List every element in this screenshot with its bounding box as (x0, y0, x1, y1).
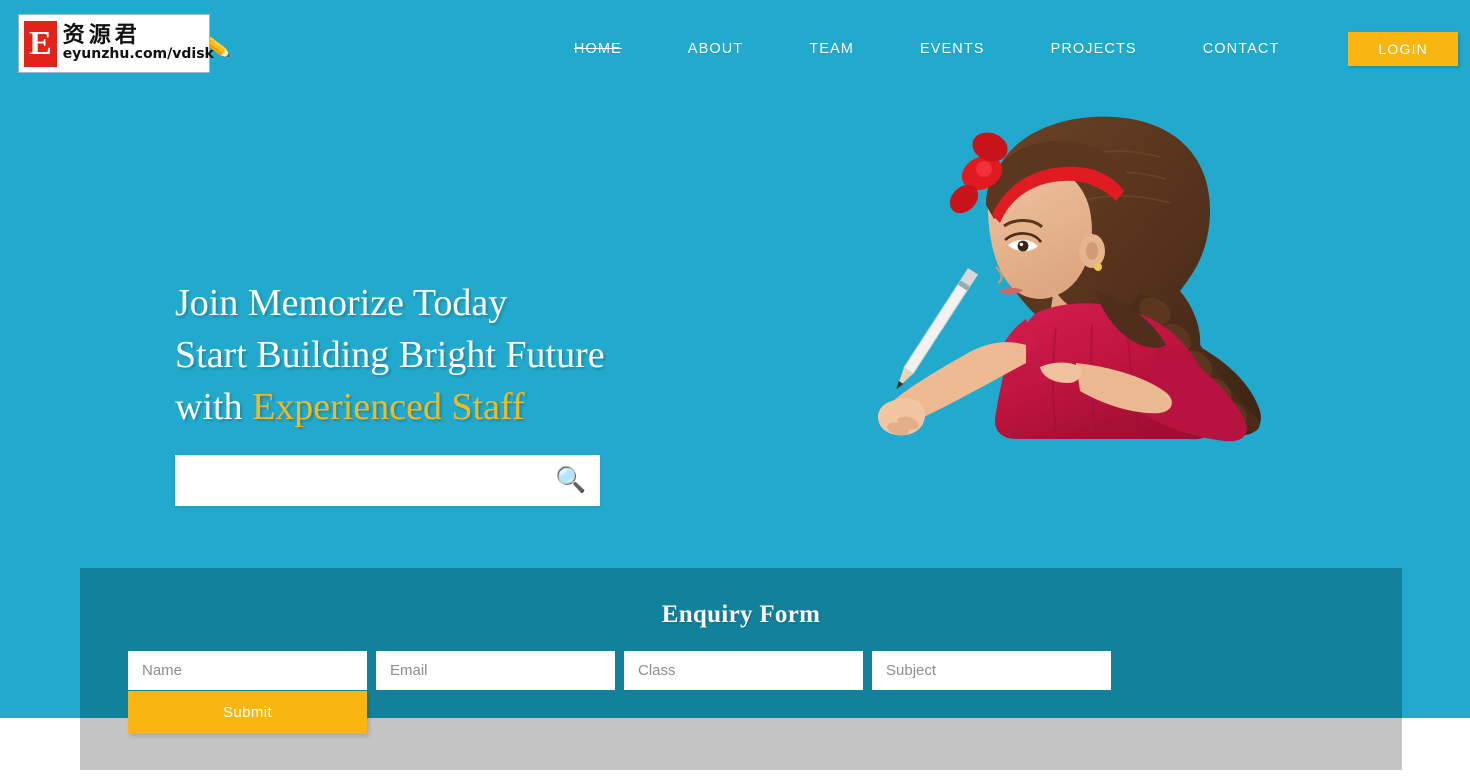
enquiry-form-title: Enquiry Form (661, 601, 821, 628)
watermark-overlay: E 资源君 eyunzhu.com/vdisk (18, 14, 214, 73)
nav-item-home[interactable]: HOME (541, 41, 655, 57)
hero-line-3-accent: Experienced Staff (252, 386, 525, 428)
site-header: Memorize ✏️ HOME ABOUT TEAM EVENTS PROJE… (0, 0, 1470, 98)
subject-field[interactable] (872, 651, 1111, 690)
watermark-text-block: 资源君 eyunzhu.com/vdisk (63, 24, 214, 62)
student-girl-illustration (878, 116, 1261, 442)
hero-line-3: with Experienced Staff (175, 381, 605, 433)
hero-line-2: Start Building Bright Future (175, 334, 605, 376)
watermark-url: eyunzhu.com/vdisk (62, 46, 214, 63)
class-field[interactable] (624, 651, 863, 690)
hero-line-3-prefix: with (175, 386, 253, 428)
watermark-letter-glyph: E (26, 26, 55, 61)
hero-search-box[interactable]: 🔍 (175, 455, 600, 506)
nav-item-projects[interactable]: PROJECTS (1018, 41, 1170, 57)
search-input[interactable] (175, 455, 542, 506)
login-button[interactable]: LOGIN (1348, 32, 1458, 66)
landing-page: Join Memorize Today Start Building Brigh… (0, 0, 1470, 780)
nav-item-contact[interactable]: CONTACT (1170, 41, 1313, 57)
nav-item-about[interactable]: ABOUT (655, 41, 776, 57)
main-navigation: HOME ABOUT TEAM EVENTS PROJECTS CONTACT … (541, 32, 1458, 66)
name-field[interactable] (128, 651, 367, 690)
submit-button[interactable]: Submit (128, 691, 367, 734)
hero-headline: Join Memorize Today Start Building Brigh… (175, 277, 605, 433)
watermark-logo-letter: E (24, 20, 57, 67)
nav-item-events[interactable]: EVENTS (887, 41, 1018, 57)
watermark-chinese-text: 资源君 (62, 23, 141, 49)
enquiry-form-fields (128, 651, 1111, 690)
hero-line-1: Join Memorize Today (175, 282, 508, 324)
search-icon[interactable]: 🔍 (542, 455, 600, 506)
nav-item-team[interactable]: TEAM (776, 41, 887, 57)
email-field[interactable] (376, 651, 615, 690)
